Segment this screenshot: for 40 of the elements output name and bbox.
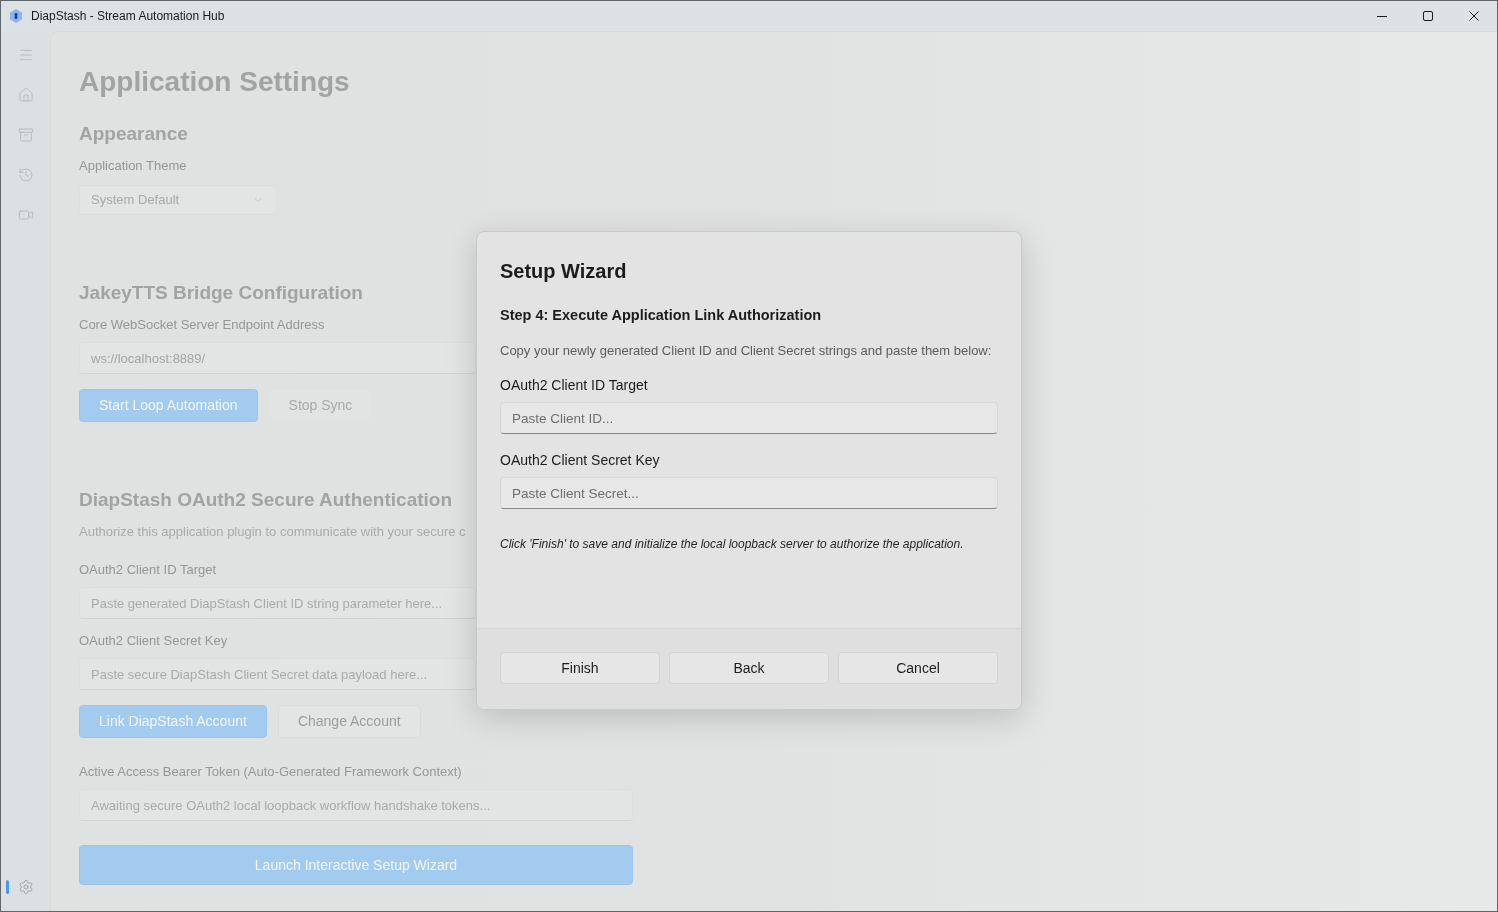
text-input[interactable]: ws://localhost:8889/ — [79, 342, 476, 374]
dialog-button[interactable]: Cancel — [838, 652, 998, 684]
note-text: Click 'Finish' to save and initialize the local loopback server to authorize the application. — [500, 536, 964, 552]
text-input[interactable]: Paste generated DiapStash Client ID string parameter here... — [79, 587, 476, 619]
close-icon[interactable] — [1469, 11, 1479, 21]
field-label: Core WebSocket Server Endpoint Address — [79, 316, 325, 334]
dialog-title: Setup Wizard — [500, 259, 627, 284]
field-label: OAuth2 Client Secret Key — [500, 451, 660, 470]
history-icon[interactable] — [17, 167, 34, 183]
house-icon[interactable] — [17, 87, 34, 103]
primary-button[interactable]: Link DiapStash Account — [79, 705, 267, 738]
settings-icon[interactable] — [17, 879, 34, 895]
video-camera-icon[interactable] — [17, 207, 34, 223]
field-label: OAuth2 Client Secret Key — [79, 632, 228, 650]
primary-button[interactable]: Start Loop Automation — [79, 389, 258, 422]
window-title: DiapStash - Stream Automation Hub — [31, 8, 225, 25]
primary-button[interactable]: Launch Interactive Setup Wizard — [79, 845, 633, 885]
field-label: Application Theme — [79, 157, 187, 175]
instruction-text: Copy your newly generated Client ID and Client Secret strings and paste them below: — [500, 342, 992, 360]
theme-dropdown[interactable]: System Default — [79, 185, 277, 215]
app-icon — [9, 9, 23, 23]
section-heading: JakeyTTS Bridge Configuration — [79, 281, 363, 305]
field-label: OAuth2 Client ID Target — [500, 376, 648, 395]
section-heading: DiapStash OAuth2 Secure Authentication — [79, 488, 452, 512]
dialog-button[interactable]: Back — [669, 652, 829, 684]
text-input[interactable]: Paste Client ID... — [500, 402, 998, 434]
menu-icon[interactable] — [17, 47, 34, 63]
text-input[interactable]: Awaiting secure OAuth2 local loopback workflow handshake tokens... — [79, 789, 633, 821]
archive-box-icon[interactable] — [17, 127, 34, 143]
section-heading: Appearance — [79, 122, 188, 146]
field-label: Active Access Bearer Token (Auto-Generated Framework Context) — [79, 763, 462, 781]
text-input[interactable]: Paste Client Secret... — [500, 477, 998, 509]
step-heading: Step 4: Execute Application Link Authorization — [500, 306, 822, 325]
field-label: OAuth2 Client ID Target — [79, 561, 217, 579]
maximize-icon[interactable] — [1423, 11, 1433, 21]
page-title: Application Settings — [79, 65, 350, 99]
dialog-button[interactable]: Finish — [500, 652, 660, 684]
minimize-icon[interactable] — [1377, 15, 1387, 17]
text-input[interactable]: Paste secure DiapStash Client Secret data payload here... — [79, 658, 476, 690]
secondary-button[interactable]: Change Account — [277, 705, 421, 738]
